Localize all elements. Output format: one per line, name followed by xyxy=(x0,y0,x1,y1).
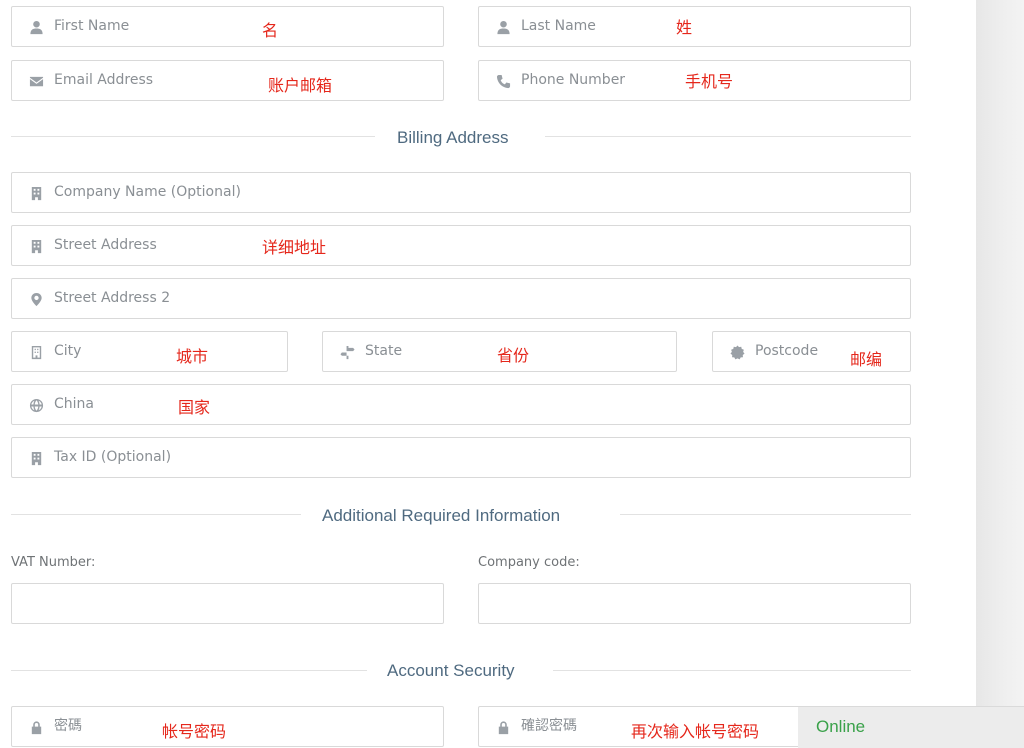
building-icon xyxy=(28,450,44,466)
company-code-label: Company code: xyxy=(478,555,580,570)
city-note: 城市 xyxy=(176,347,209,366)
building-icon xyxy=(28,344,44,360)
first-name-field[interactable]: First Name xyxy=(11,6,444,47)
envelope-icon xyxy=(28,73,44,89)
map-marker-icon xyxy=(28,291,44,307)
phone-note: 手机号 xyxy=(685,72,734,91)
confirm-password-placeholder: 確認密碼 xyxy=(521,718,577,734)
divider-left xyxy=(11,136,375,137)
additional-info-heading: Additional Required Information xyxy=(322,506,561,525)
last-name-field[interactable]: Last Name xyxy=(478,6,911,47)
country-note: 国家 xyxy=(178,398,211,417)
building-icon xyxy=(28,238,44,254)
street-address-2-placeholder: Street Address 2 xyxy=(54,290,171,306)
company-name-field[interactable]: Company Name (Optional) xyxy=(11,172,911,213)
last-name-note: 姓 xyxy=(676,18,693,37)
confirm-password-note: 再次输入帐号密码 xyxy=(631,722,760,741)
vat-number-input[interactable] xyxy=(11,583,444,624)
vat-number-label: VAT Number: xyxy=(11,555,96,570)
country-value: China xyxy=(54,396,94,412)
email-field[interactable]: Email Address xyxy=(11,60,444,101)
email-note: 账户邮箱 xyxy=(268,76,333,95)
divider-right xyxy=(545,136,911,137)
divider-left xyxy=(11,514,301,515)
divider-right xyxy=(620,514,911,515)
street-address-placeholder: Street Address xyxy=(54,237,157,253)
building-icon xyxy=(28,185,44,201)
chat-status: Online xyxy=(816,717,866,736)
company-name-placeholder: Company Name (Optional) xyxy=(54,184,241,200)
street-address-note: 详细地址 xyxy=(262,238,327,257)
first-name-note: 名 xyxy=(262,21,279,40)
last-name-placeholder: Last Name xyxy=(521,18,596,34)
password-field[interactable]: 密碼 xyxy=(11,706,444,747)
company-code-input[interactable] xyxy=(478,583,911,624)
postcode-note: 邮编 xyxy=(850,350,883,369)
user-icon xyxy=(495,19,511,35)
phone-icon xyxy=(495,73,511,89)
password-placeholder: 密碼 xyxy=(54,718,82,734)
billing-address-heading: Billing Address xyxy=(397,128,509,147)
phone-placeholder: Phone Number xyxy=(521,72,626,88)
city-field[interactable]: City xyxy=(11,331,288,372)
live-chat-widget[interactable]: Online xyxy=(798,706,1024,748)
country-select[interactable]: China xyxy=(11,384,911,425)
signpost-icon xyxy=(339,344,355,360)
email-placeholder: Email Address xyxy=(54,72,154,88)
state-note: 省份 xyxy=(497,346,530,365)
street-address-field[interactable]: Street Address xyxy=(11,225,911,266)
password-note: 帐号密码 xyxy=(162,722,227,741)
postcode-placeholder: Postcode xyxy=(755,343,819,359)
user-icon xyxy=(28,19,44,35)
first-name-placeholder: First Name xyxy=(54,18,130,34)
certificate-icon xyxy=(729,344,745,360)
street-address-2-field[interactable]: Street Address 2 xyxy=(11,278,911,319)
lock-icon xyxy=(28,719,44,735)
tax-id-field[interactable]: Tax ID (Optional) xyxy=(11,437,911,478)
account-security-heading: Account Security xyxy=(387,661,515,680)
state-placeholder: State xyxy=(365,343,403,359)
divider-right xyxy=(553,670,911,671)
lock-icon xyxy=(495,719,511,735)
divider-left xyxy=(11,670,367,671)
tax-id-placeholder: Tax ID (Optional) xyxy=(54,449,172,465)
page-gutter xyxy=(976,0,1024,748)
city-placeholder: City xyxy=(54,343,82,359)
globe-icon xyxy=(28,397,44,413)
